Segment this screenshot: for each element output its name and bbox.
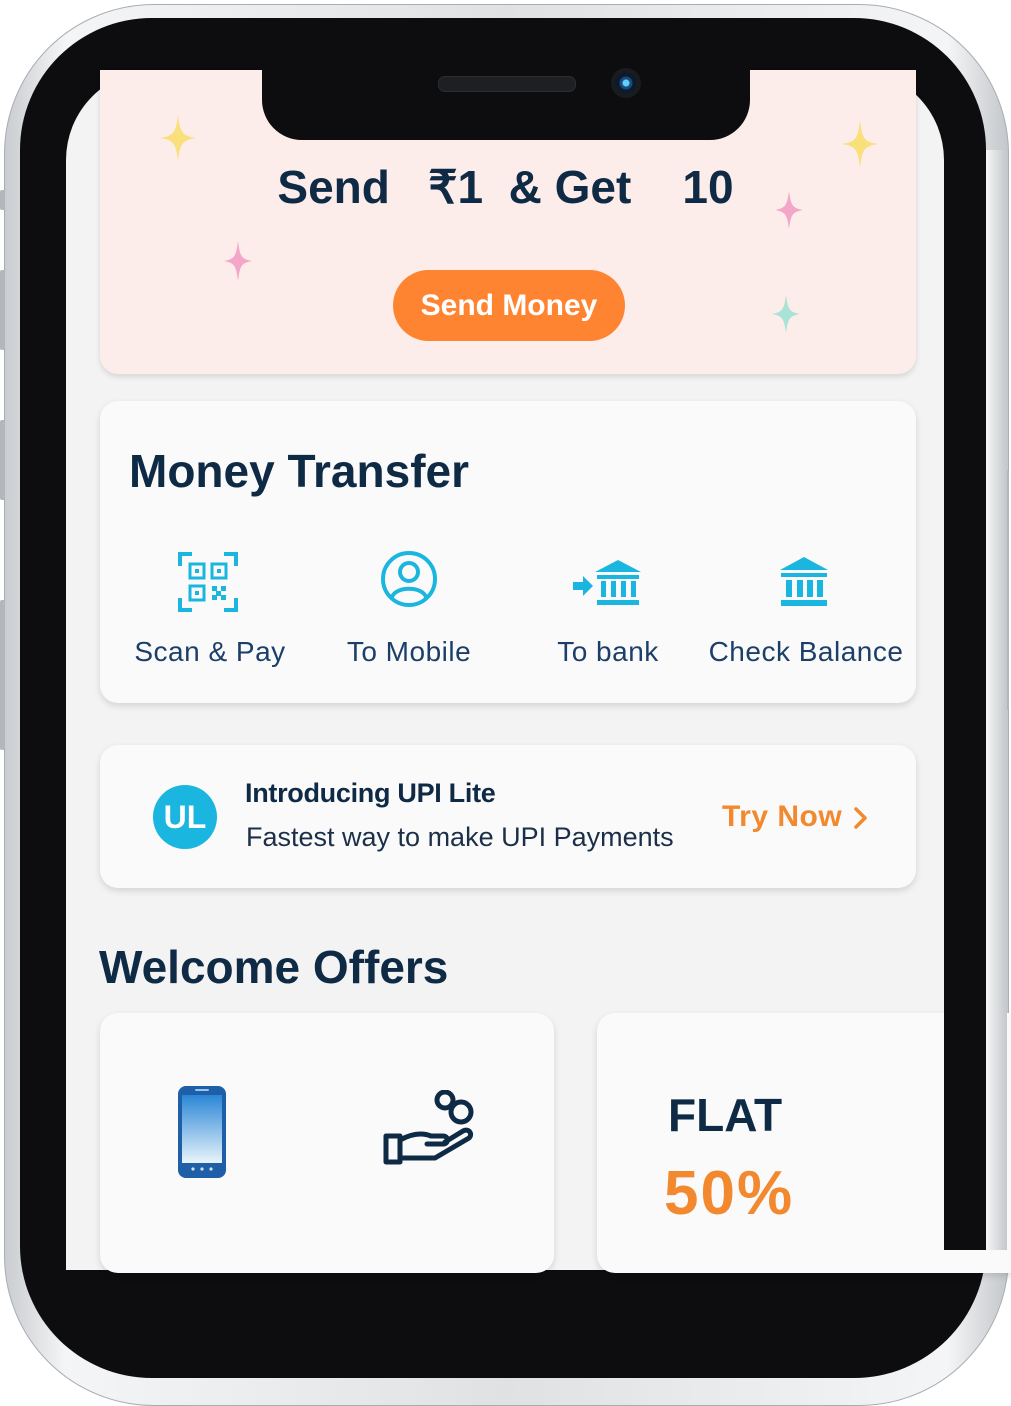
hand-coins-icon [383, 1090, 474, 1165]
side-button-volume-up [0, 270, 5, 350]
bank-icon [780, 557, 828, 606]
mobile-phone-icon [178, 1086, 226, 1178]
scan-and-pay-button[interactable] [108, 550, 308, 614]
sparkle-mint-icon [772, 295, 800, 333]
to-mobile-button[interactable] [309, 550, 509, 608]
check-balance-button[interactable] [704, 550, 904, 608]
to-bank-button[interactable] [508, 550, 708, 608]
to-bank-label: To bank [557, 636, 659, 667]
offer-card-1[interactable] [100, 1013, 554, 1273]
bezel-right-edge [944, 150, 986, 1250]
bank-transfer-icon [573, 560, 641, 605]
try-now-link[interactable]: Try Now [722, 800, 842, 834]
check-balance-label: Check Balance [708, 636, 904, 667]
send-money-button[interactable]: Send Money [393, 270, 625, 341]
chevron-right-icon[interactable] [852, 806, 870, 830]
upi-lite-badge: UL [153, 785, 217, 849]
sparkle-pink-icon [224, 241, 252, 281]
offer-flat-label: FLAT [668, 1089, 783, 1141]
user-circle-icon [381, 551, 437, 607]
frame-right-edge [986, 150, 1007, 1250]
front-camera [611, 68, 641, 98]
upi-lite-subtitle: Fastest way to make UPI Payments [246, 822, 674, 852]
sparkle-yellow-icon [160, 115, 196, 161]
side-button-extra [0, 600, 5, 750]
qr-scan-icon [178, 552, 238, 612]
side-button-volume-down [0, 420, 5, 500]
speaker-grille [438, 76, 576, 92]
to-mobile-label: To Mobile [346, 636, 472, 667]
money-transfer-title: Money Transfer [129, 445, 469, 497]
promo-title: Send ₹1 & Get 10 [277, 161, 734, 213]
scan-and-pay-label: Scan & Pay [134, 636, 286, 667]
upi-lite-title: Introducing UPI Lite [245, 778, 496, 808]
offer-discount-value: 50% [664, 1159, 795, 1228]
welcome-offers-title: Welcome Offers [99, 941, 449, 993]
